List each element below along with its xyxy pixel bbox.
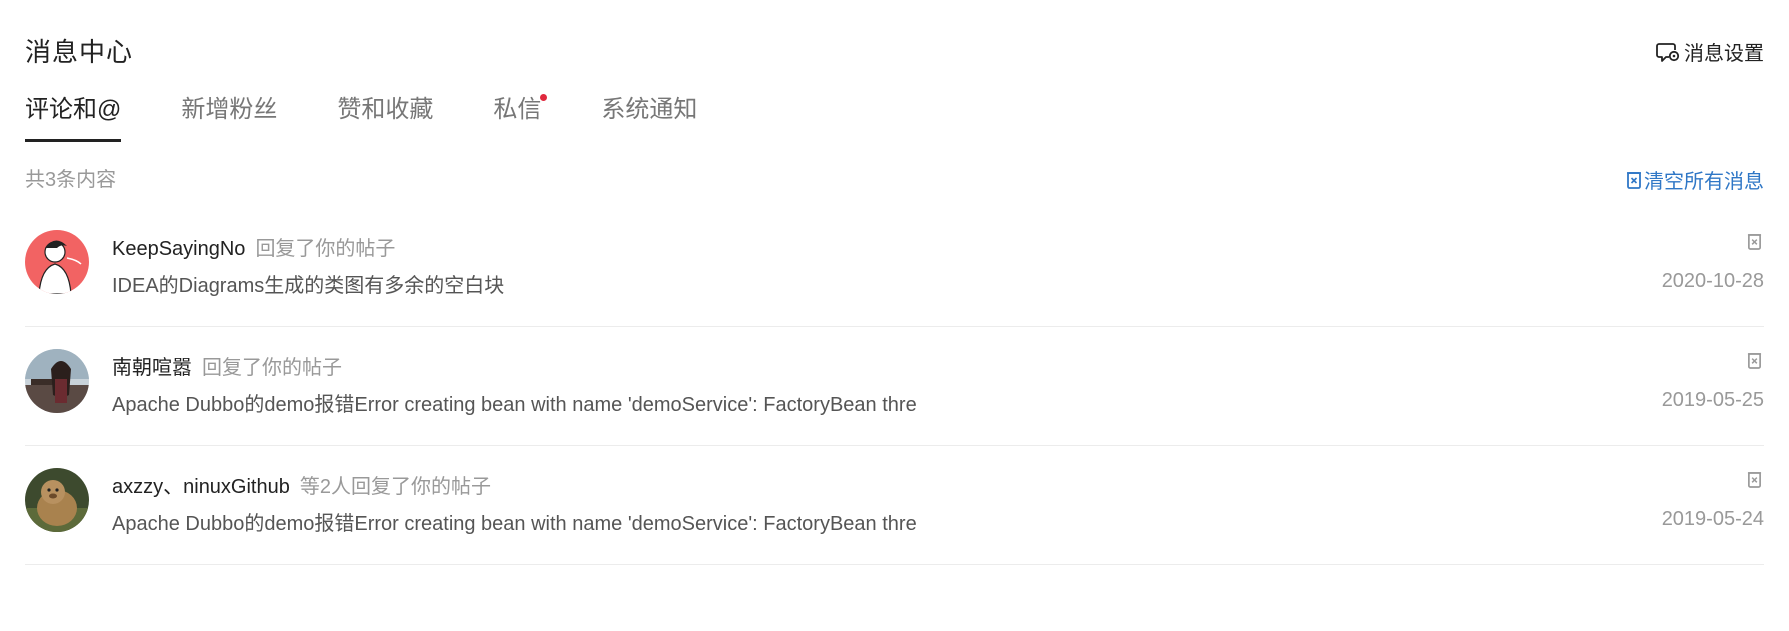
username[interactable]: axzzy、ninuxGithub [112, 476, 290, 498]
tab-comments-mentions[interactable]: 评论和@ [25, 90, 122, 142]
tab-private-messages[interactable]: 私信 [493, 90, 548, 142]
message-tabs: 评论和@ 新增粉丝 赞和收藏 私信 系统通知 [25, 90, 757, 142]
delete-button[interactable] [1747, 233, 1762, 255]
delete-button[interactable] [1747, 471, 1762, 493]
post-title[interactable]: Apache Dubbo的demo报错Error creating bean w… [112, 388, 917, 417]
message-item: KeepSayingNo 回复了你的帖子 IDEA的Diagrams生成的类图有多… [25, 208, 1764, 327]
unread-dot [540, 94, 548, 101]
message-date: 2020-10-28 [1661, 270, 1764, 292]
message-settings-label: 消息设置 [1684, 43, 1764, 65]
trash-icon [1747, 234, 1762, 250]
clear-all-label: 清空所有消息 [1644, 171, 1764, 193]
message-settings-button[interactable]: 消息设置 [1656, 37, 1764, 66]
page-title: 消息中心 [25, 37, 134, 67]
post-title[interactable]: Apache Dubbo的demo报错Error creating bean w… [112, 507, 917, 536]
message-settings-icon [1656, 42, 1680, 62]
delete-button[interactable] [1747, 352, 1762, 374]
message-date: 2019-05-24 [1661, 508, 1764, 530]
message-item: 南朝喧嚣 回复了你的帖子 Apache Dubbo的demo报错Error cre… [25, 327, 1764, 446]
tab-likes-favorites[interactable]: 赞和收藏 [337, 90, 433, 142]
message-count: 共3条内容 [25, 169, 117, 191]
trash-icon [1627, 171, 1641, 189]
tab-system-notifications[interactable]: 系统通知 [601, 90, 697, 142]
tab-new-followers[interactable]: 新增粉丝 [181, 90, 277, 142]
message-action: 回复了你的帖子 [202, 357, 342, 379]
trash-icon [1747, 472, 1762, 488]
message-header: axzzy、ninuxGithub 等2人回复了你的帖子 [112, 470, 491, 499]
header: 消息中心 消息设置 [25, 28, 1764, 68]
message-header: 南朝喧嚣 回复了你的帖子 [112, 351, 342, 380]
message-list: KeepSayingNo 回复了你的帖子 IDEA的Diagrams生成的类图有多… [25, 208, 1764, 565]
message-date: 2019-05-25 [1661, 389, 1764, 411]
message-action: 回复了你的帖子 [255, 238, 396, 260]
avatar[interactable] [25, 230, 89, 294]
trash-icon [1747, 353, 1762, 369]
avatar[interactable] [25, 349, 89, 413]
message-action: 等2人回复了你的帖子 [299, 476, 491, 498]
username[interactable]: KeepSayingNo [112, 238, 245, 260]
username[interactable]: 南朝喧嚣 [112, 357, 192, 379]
message-item: axzzy、ninuxGithub 等2人回复了你的帖子 Apache Dubbo… [25, 446, 1764, 565]
message-header: KeepSayingNo 回复了你的帖子 [112, 232, 395, 261]
avatar[interactable] [25, 468, 89, 532]
post-title[interactable]: IDEA的Diagrams生成的类图有多余的空白块 [112, 269, 504, 298]
clear-all-button[interactable]: 清空所有消息 [1626, 165, 1764, 194]
